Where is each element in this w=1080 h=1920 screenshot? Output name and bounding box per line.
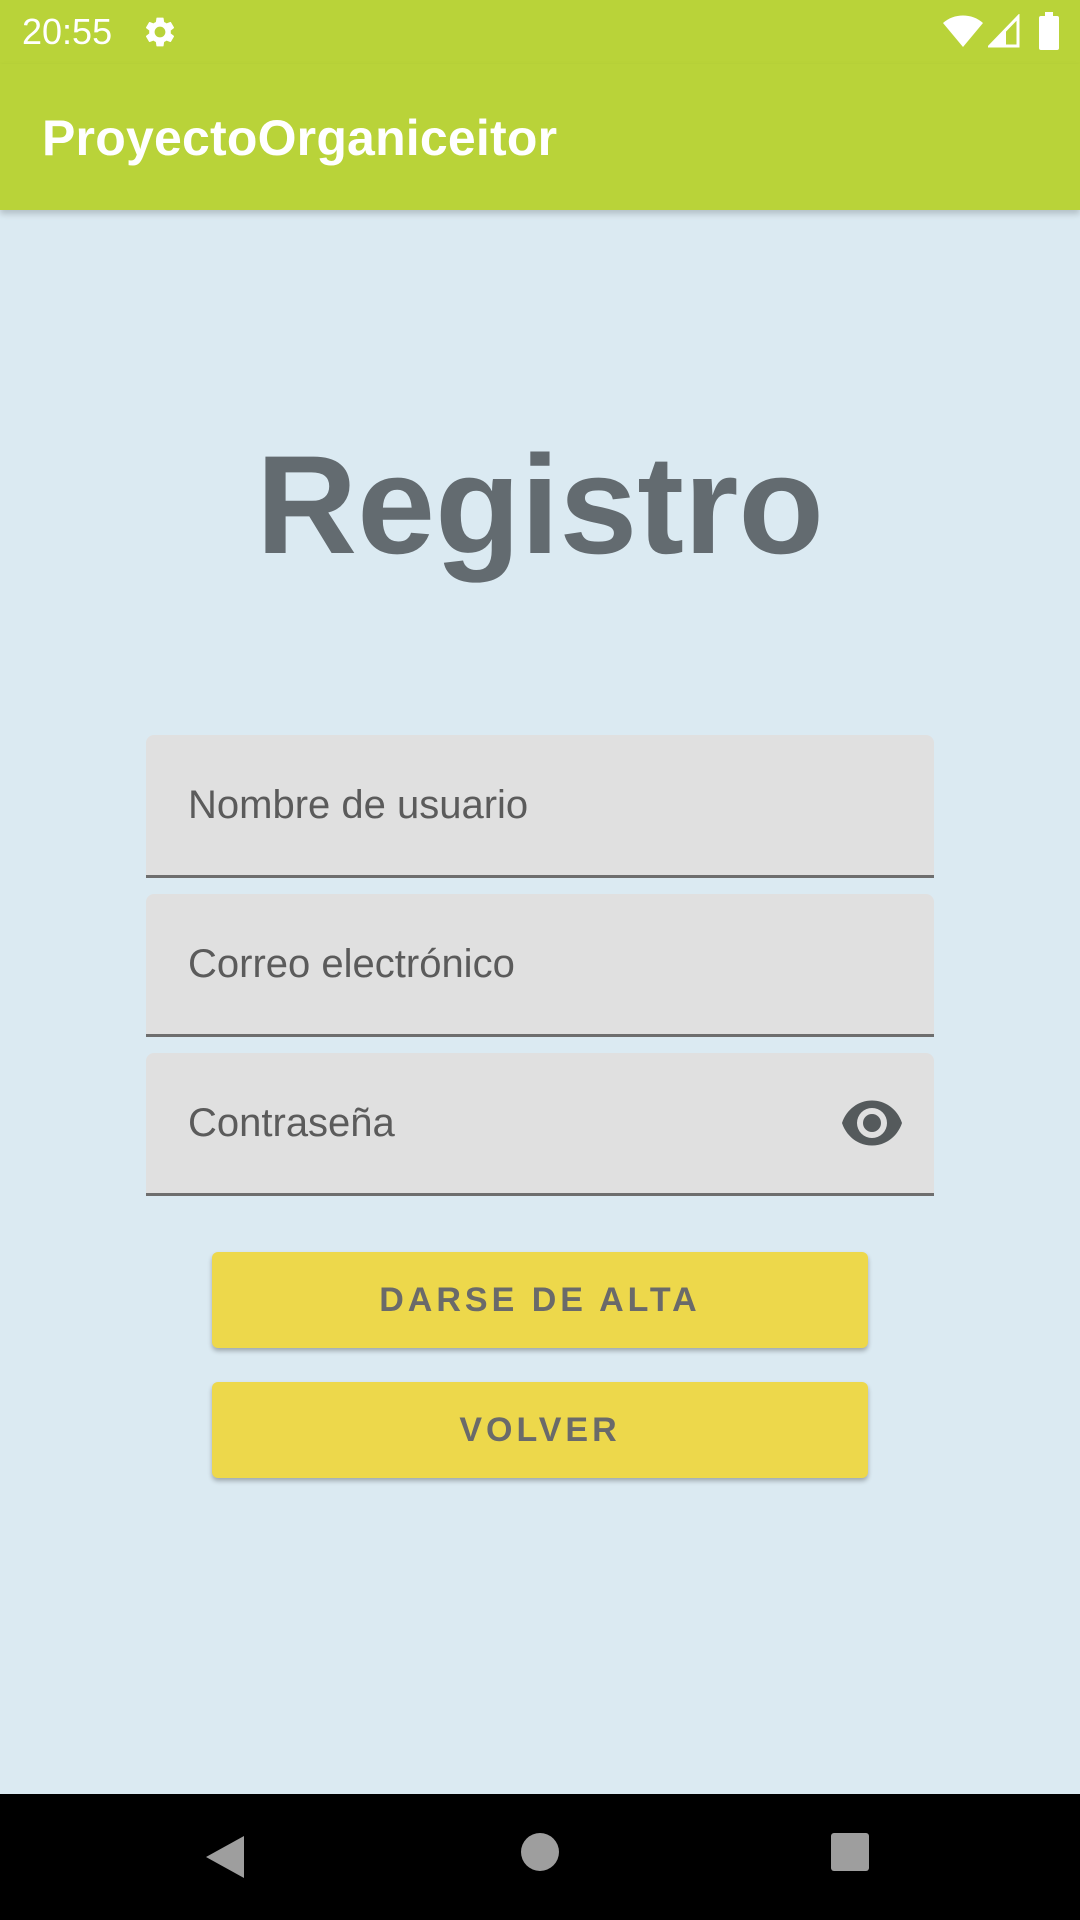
register-button[interactable]: DARSE DE ALTA xyxy=(212,1252,868,1348)
password-input[interactable] xyxy=(188,1053,868,1193)
page-title: Registro xyxy=(256,426,824,583)
eye-icon[interactable] xyxy=(842,1099,902,1147)
app-bar: ProyectoOrganiceitor xyxy=(0,64,1080,210)
back-triangle-icon[interactable] xyxy=(204,1834,246,1880)
email-input[interactable] xyxy=(188,894,868,1034)
battery-icon xyxy=(1039,12,1059,50)
password-field-container xyxy=(146,1053,934,1196)
back-button[interactable]: VOLVER xyxy=(212,1382,868,1478)
status-time: 20:55 xyxy=(22,11,113,52)
username-input[interactable] xyxy=(188,735,868,875)
email-field-container xyxy=(146,894,934,1037)
wifi-icon xyxy=(943,15,983,47)
app-title: ProyectoOrganiceitor xyxy=(42,110,558,166)
signal-icon xyxy=(988,14,1020,48)
gear-icon xyxy=(145,17,175,47)
username-field-container xyxy=(146,735,934,878)
status-bar: 20:55 xyxy=(0,0,1080,64)
navigation-bar xyxy=(0,1794,1080,1920)
home-circle-icon[interactable] xyxy=(520,1832,560,1872)
recents-square-icon[interactable] xyxy=(830,1832,870,1872)
